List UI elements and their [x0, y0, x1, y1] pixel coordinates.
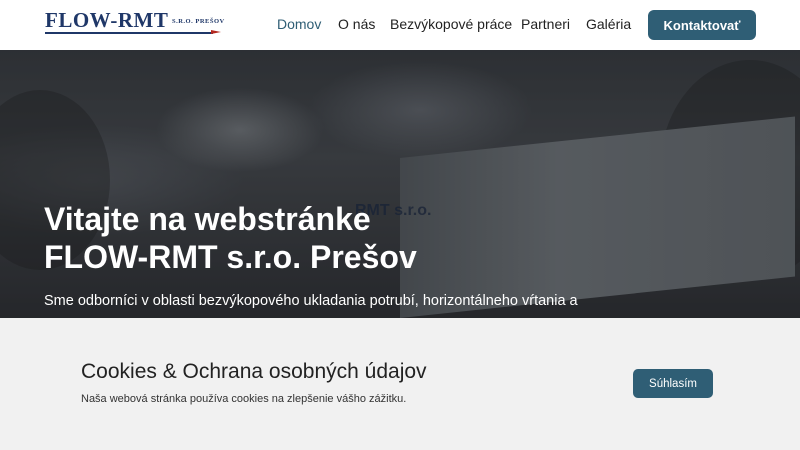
cookie-accept-button[interactable]: Súhlasím	[633, 369, 713, 398]
nav-item-domov[interactable]: Domov	[277, 16, 321, 32]
cookie-text: Naša webová stránka používa cookies na z…	[81, 393, 407, 405]
nav-item-o-nas[interactable]: O nás	[338, 16, 375, 32]
nav-item-partneri[interactable]: Partneri	[521, 16, 570, 32]
hero-title-line-2: FLOW-RMT s.r.o. Prešov	[44, 239, 417, 275]
cookie-title: Cookies & Ochrana osobných údajov	[81, 360, 427, 383]
logo-arrow-icon	[211, 30, 221, 34]
nav-item-galeria[interactable]: Galéria	[586, 16, 631, 32]
logo-underline	[45, 32, 213, 34]
hero-section: RMT s.r.o. Vitajte na webstránke FLOW-RM…	[0, 50, 800, 318]
site-header: FLOW-RMT S.R.O. PREŠOV Domov O nás Bezvý…	[0, 0, 800, 50]
logo[interactable]: FLOW-RMT S.R.O. PREŠOV	[45, 8, 225, 40]
contact-button[interactable]: Kontaktovať	[648, 10, 756, 40]
logo-suffix: S.R.O. PREŠOV	[172, 18, 225, 25]
hero-description: Sme odborníci v oblasti bezvýkopového uk…	[44, 293, 578, 309]
hero-title: Vitajte na webstránke FLOW-RMT s.r.o. Pr…	[44, 200, 604, 276]
hero-title-line-1: Vitajte na webstránke	[44, 201, 371, 237]
hero-overlay	[0, 50, 800, 318]
logo-name: FLOW-RMT	[45, 8, 169, 32]
nav-item-bezvykopove-prace[interactable]: Bezvýkopové práce	[390, 16, 512, 32]
cookie-banner: Cookies & Ochrana osobných údajov Naša w…	[0, 318, 800, 450]
